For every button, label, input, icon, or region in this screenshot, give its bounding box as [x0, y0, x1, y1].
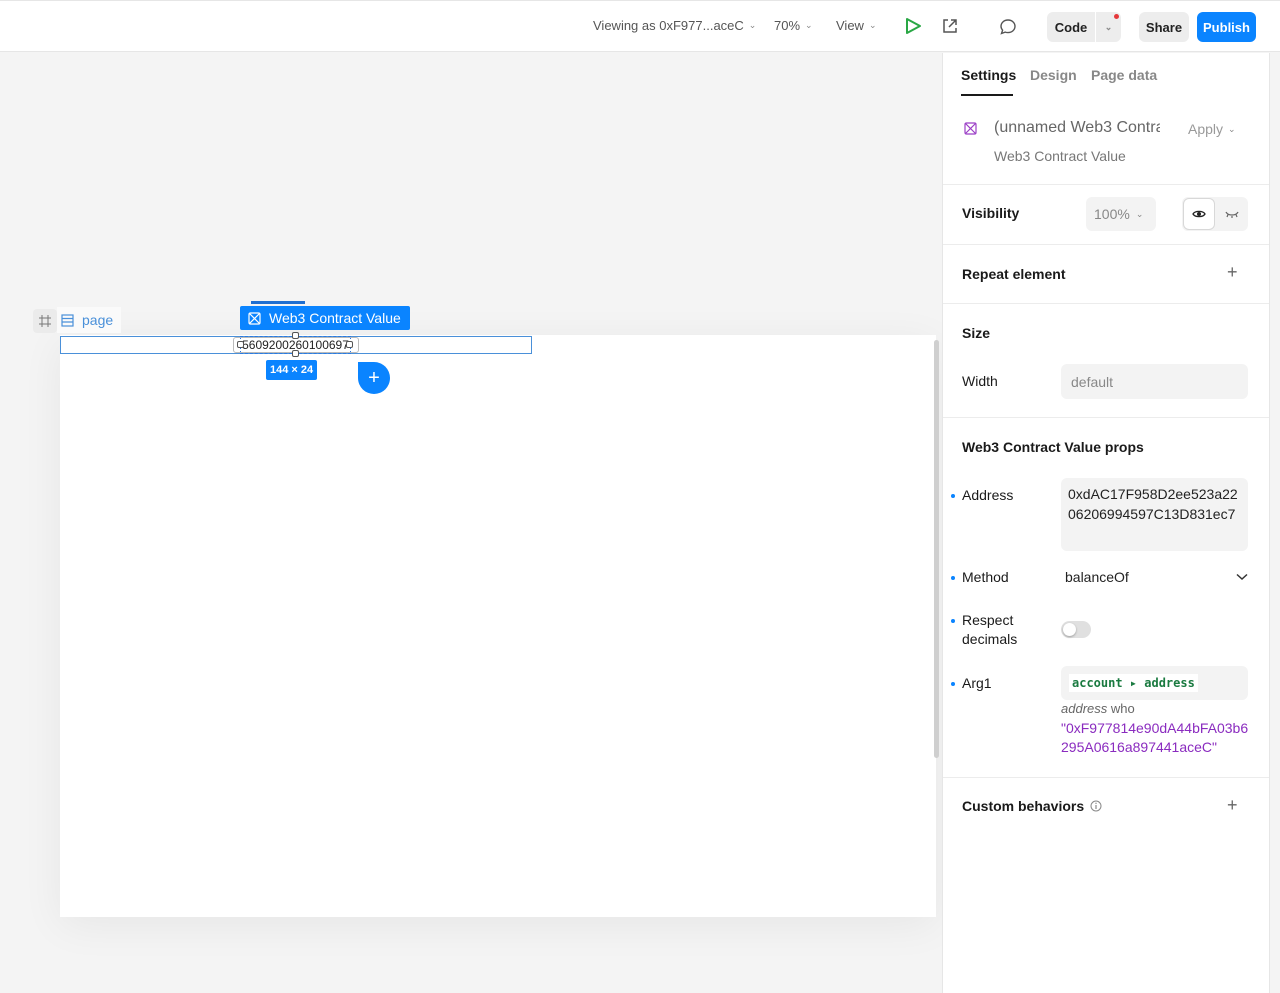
- zoom-label: 70%: [774, 18, 801, 33]
- tab-page-data[interactable]: Page data: [1091, 67, 1157, 83]
- publish-button[interactable]: Publish: [1197, 12, 1256, 42]
- props-section-title: Web3 Contract Value props: [962, 439, 1144, 455]
- respect-decimals-label-2: decimals: [962, 631, 1018, 647]
- arg1-label: Arg1: [962, 675, 992, 691]
- chevron-down-icon: ⌄: [805, 20, 813, 30]
- address-label: Address: [962, 487, 1014, 503]
- notification-dot: [1114, 14, 1119, 19]
- chevron-down-icon: ⌄: [1135, 208, 1144, 219]
- arg1-hint: address who: [1061, 701, 1135, 716]
- visibility-label: Visibility: [962, 205, 1020, 221]
- page-label-tag[interactable]: page: [57, 307, 122, 333]
- opacity-value: 100%: [1094, 206, 1130, 222]
- divider: [943, 244, 1270, 245]
- open-external-icon[interactable]: [942, 18, 958, 39]
- apply-dropdown[interactable]: Apply ⌄: [1188, 121, 1236, 137]
- repeat-element-label: Repeat element: [962, 266, 1066, 282]
- visible-eye-button[interactable]: [1183, 198, 1215, 230]
- page-icon: [61, 313, 74, 327]
- plus-icon: +: [368, 366, 380, 389]
- add-repeat-icon[interactable]: +: [1227, 262, 1238, 283]
- divider: [943, 184, 1270, 185]
- code-button-label: Code: [1054, 19, 1088, 35]
- chevron-down-icon: ⌄: [1228, 123, 1236, 134]
- prop-set-dot: [951, 619, 955, 623]
- top-toolbar: Viewing as 0xF977...aceC ⌄ 70% ⌄ View ⌄ …: [0, 0, 1280, 52]
- custom-behaviors-label: Custom behaviors: [962, 798, 1085, 814]
- size-badge-label: 144 × 24: [270, 364, 314, 376]
- prop-set-dot: [951, 682, 955, 686]
- window-edge: [1269, 53, 1280, 993]
- page-label: page: [82, 312, 114, 328]
- eye-closed-icon: [1225, 211, 1239, 218]
- code-options-button[interactable]: ⌄: [1096, 12, 1121, 42]
- method-label: Method: [962, 569, 1009, 585]
- code-button[interactable]: Code: [1047, 12, 1095, 42]
- viewing-as-dropdown[interactable]: Viewing as 0xF977...aceC ⌄: [593, 18, 756, 33]
- arg1-hint-type: address: [1061, 701, 1108, 716]
- divider: [943, 777, 1270, 778]
- size-section-title: Size: [962, 325, 991, 341]
- info-icon[interactable]: [1090, 800, 1102, 812]
- size-badge: 144 × 24: [266, 360, 318, 380]
- play-icon[interactable]: [904, 17, 922, 40]
- settings-panel: Settings Design Page data (unnamed Web3 …: [942, 53, 1270, 993]
- selected-element-label: Web3 Contract Value: [269, 310, 401, 326]
- arg1-input[interactable]: account ▸ address: [1061, 666, 1248, 700]
- page-frame[interactable]: [60, 335, 936, 917]
- chevron-down-icon: ⌄: [868, 20, 877, 30]
- selection-top-indicator: [251, 301, 305, 304]
- view-label: View: [836, 18, 864, 33]
- eye-icon: [1192, 210, 1206, 218]
- resize-handle-top[interactable]: [292, 332, 299, 339]
- respect-decimals-toggle[interactable]: [1061, 621, 1091, 638]
- tab-design[interactable]: Design: [1030, 67, 1077, 83]
- comment-icon[interactable]: [999, 18, 1017, 41]
- address-input[interactable]: 0xdAC17F958D2ee523a2206206994597C13D831e…: [1061, 478, 1248, 551]
- viewing-as-label: Viewing as 0xF977...aceC: [593, 18, 744, 33]
- arg1-resolved-value: "0xF977814e90dA44bFA03b6295A0616a897441a…: [1061, 720, 1249, 755]
- chevron-down-icon: ⌄: [748, 20, 757, 30]
- web3-icon: [964, 122, 977, 140]
- width-input[interactable]: default: [1061, 364, 1248, 399]
- add-element-button[interactable]: +: [358, 362, 390, 394]
- element-type-label: Web3 Contract Value: [994, 148, 1126, 164]
- arg1-hint-rest: who: [1107, 701, 1135, 716]
- width-placeholder: default: [1071, 373, 1114, 390]
- resize-handle-left[interactable]: [237, 341, 244, 348]
- zoom-dropdown[interactable]: 70% ⌄: [774, 18, 813, 33]
- divider: [943, 417, 1270, 418]
- publish-button-label: Publish: [1203, 19, 1250, 35]
- method-value: balanceOf: [1065, 569, 1129, 585]
- prop-set-dot: [951, 494, 955, 498]
- toggle-knob: [1063, 623, 1076, 636]
- chevron-down-icon: ⌄: [1104, 21, 1113, 32]
- width-label: Width: [962, 373, 998, 389]
- resize-handle-right[interactable]: [346, 341, 353, 348]
- address-value: 0xdAC17F958D2ee523a2206206994597C13D831e…: [1068, 486, 1238, 522]
- divider: [943, 303, 1270, 304]
- opacity-dropdown[interactable]: 100% ⌄: [1086, 197, 1156, 231]
- add-behavior-icon[interactable]: +: [1227, 795, 1238, 816]
- chevron-down-icon: [1236, 573, 1248, 581]
- respect-decimals-label-1: Respect: [962, 612, 1014, 628]
- canvas-scrollbar[interactable]: [934, 340, 939, 758]
- resize-handle-bottom[interactable]: [292, 350, 299, 357]
- element-name-input[interactable]: (unnamed Web3 Contra: [994, 119, 1160, 137]
- selected-element-tag[interactable]: Web3 Contract Value: [240, 306, 410, 330]
- method-select[interactable]: balanceOf: [1065, 569, 1248, 585]
- frame-icon[interactable]: [33, 309, 57, 333]
- web3-icon: [248, 311, 261, 325]
- share-button-label: Share: [1145, 19, 1183, 35]
- custom-behaviors-header: Custom behaviors: [962, 798, 1102, 814]
- prop-set-dot: [951, 576, 955, 580]
- arg1-dynamic-chip[interactable]: account ▸ address: [1069, 674, 1198, 692]
- apply-label: Apply: [1188, 121, 1224, 137]
- design-canvas[interactable]: page Web3 Contract Value 560920026010069…: [0, 53, 942, 993]
- view-dropdown[interactable]: View ⌄: [836, 18, 877, 33]
- tab-settings[interactable]: Settings: [961, 67, 1016, 83]
- active-tab-underline: [961, 94, 1013, 96]
- share-button[interactable]: Share: [1139, 12, 1189, 42]
- hidden-eye-button[interactable]: [1217, 198, 1247, 230]
